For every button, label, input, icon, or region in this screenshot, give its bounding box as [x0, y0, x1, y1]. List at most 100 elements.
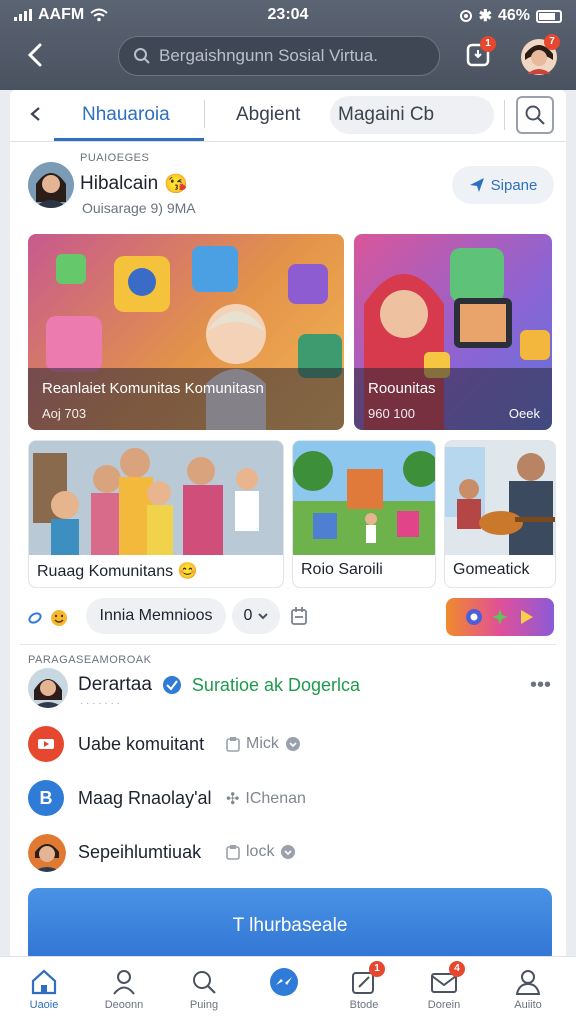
tab-search-button[interactable]	[516, 96, 554, 134]
nav-badge: 4	[449, 961, 465, 977]
notification-badge: 1	[480, 36, 496, 52]
avatar	[28, 162, 74, 208]
share-button[interactable]: Sipane	[452, 166, 554, 204]
status-bar: AAFM 23:04 ✱ 46%	[0, 0, 576, 32]
calendar-button[interactable]	[290, 606, 308, 631]
collapse-button[interactable]	[28, 104, 42, 129]
nav-inbox[interactable]: 4 Dorein	[404, 961, 484, 1021]
row-meta: ✣ IChenan	[226, 789, 306, 809]
tile-caption: Gomeatick	[445, 555, 555, 587]
tab-abgient[interactable]: Abgient	[236, 104, 300, 126]
featured-tile[interactable]: Reanlaiet Komunitas Komunitasn Aoj 703	[28, 234, 344, 430]
avatar	[28, 668, 68, 708]
battery-icon	[536, 9, 562, 23]
profile-button[interactable]: 7	[520, 34, 560, 76]
more-options-icon[interactable]: •••	[530, 674, 551, 697]
feed-header-name: Derartaa	[78, 674, 152, 695]
feed-header-sub: · · · · · · ·	[80, 698, 120, 709]
nav-people[interactable]: Deoonn	[84, 963, 164, 1021]
search-icon	[134, 48, 150, 64]
featured-title: Roounitas	[368, 380, 436, 397]
nav-home[interactable]: Uaoie	[4, 963, 84, 1021]
record-icon	[466, 609, 482, 625]
nav-compose[interactable]: 1 Btode	[324, 961, 404, 1021]
post-subtitle: Ouisarage 9) 9MA	[82, 200, 196, 216]
row-meta-text: Mick	[246, 735, 279, 752]
active-tab-indicator	[54, 138, 204, 141]
link-icon	[28, 612, 42, 624]
feed-header-link[interactable]: Suratioe ak Dogerlca	[192, 675, 360, 696]
post-meta-label: PUAIOEGES	[80, 152, 150, 164]
featured-sub: 960 100	[368, 406, 415, 421]
community-tile[interactable]: Ruaag Komunitans 😊	[28, 440, 284, 588]
community-tile[interactable]: Gomeatick	[444, 440, 556, 588]
feed-avatar[interactable]	[28, 668, 68, 708]
featured-sub: Aoj 703	[42, 406, 87, 421]
music-illustration	[445, 441, 555, 557]
nav-label: Puing	[189, 999, 219, 1011]
row-title[interactable]: Sepeihlumtiuak	[78, 842, 201, 863]
tab-magaini[interactable]: Magaini Cb	[330, 96, 494, 134]
messenger-icon	[270, 968, 298, 996]
family-illustration	[29, 441, 283, 557]
count-dropdown[interactable]: 0	[232, 598, 280, 634]
tile-emoji: 😊	[177, 563, 198, 580]
person-icon	[113, 970, 135, 995]
tile-caption: Ruaag Komunitans 😊	[29, 555, 283, 587]
sparkle-icon: ✣	[226, 791, 240, 808]
nav-search[interactable]: Puing	[164, 963, 244, 1021]
nav-label: Dorein	[427, 999, 461, 1011]
notifications-button[interactable]: 1	[462, 36, 498, 74]
author-avatar[interactable]	[28, 162, 74, 208]
playground-illustration	[293, 441, 435, 557]
row-icon	[28, 726, 64, 762]
reactions[interactable]	[28, 600, 72, 636]
primary-cta-button[interactable]: T lhurbaseale	[28, 888, 552, 964]
nav-label: Btode	[349, 999, 379, 1011]
tile-caption: Roio Saroili	[293, 555, 435, 587]
emoji-icon	[51, 610, 67, 626]
chevron-down-icon	[258, 613, 269, 620]
search-bar[interactable]: Bergaishngunn Sosial Virtua.	[118, 36, 440, 76]
row-icon: B	[28, 780, 64, 816]
play-icon	[521, 610, 533, 624]
community-tile[interactable]: Roio Saroili	[292, 440, 436, 588]
verified-icon	[162, 676, 181, 694]
tab-nhauaroia[interactable]: Nhauaroia	[82, 104, 170, 126]
featured-overlay: Reanlaiet Komunitas Komunitasn Aoj 703	[28, 368, 344, 430]
author-name: Hibalcain	[80, 173, 159, 194]
calendar-icon	[291, 607, 307, 625]
members-chip[interactable]: Innia Memnioos	[86, 598, 226, 634]
content-card: Nhauaroia Abgient Magaini Cb PUAIOEGES H…	[10, 90, 566, 1024]
count-value: 0	[243, 607, 253, 624]
nav-label: Deoonn	[104, 999, 144, 1011]
row-title[interactable]: Uabe komuitant	[78, 734, 204, 755]
nav-profile[interactable]: Auiito	[488, 963, 568, 1021]
feed-header[interactable]: Derartaa Suratioe ak Dogerlca	[78, 674, 360, 696]
tab-divider	[204, 100, 205, 128]
back-button[interactable]	[20, 40, 50, 70]
row-title[interactable]: Maag Rnaolay'al	[78, 788, 212, 809]
battery-percent: 46%	[497, 7, 530, 24]
search-icon	[525, 105, 545, 125]
nav-messenger[interactable]	[244, 963, 324, 1021]
shield-icon	[281, 845, 296, 859]
featured-action[interactable]: Oeek	[509, 406, 540, 421]
sparkle-icon	[492, 609, 508, 625]
post-author[interactable]: Hibalcain 😘	[80, 172, 188, 196]
media-buttons[interactable]	[446, 598, 554, 636]
row-meta: Mick	[226, 735, 301, 753]
share-label: Sipane	[490, 176, 538, 194]
tab-magaini-label: Magaini Cb	[338, 104, 435, 125]
featured-tile[interactable]: Roounitas 960 100 Oeek	[354, 234, 552, 430]
chevron-left-icon	[27, 43, 42, 67]
row-avatar	[28, 834, 66, 872]
feed-section-label: PARAGASEAMOROAK	[28, 654, 152, 666]
search-person-icon	[193, 971, 216, 994]
home-icon	[31, 969, 57, 995]
clipboard-icon	[226, 737, 240, 752]
tile-caption-text: Ruaag Komunitans	[37, 563, 174, 580]
chevron-left-icon	[30, 107, 40, 121]
bottom-navigation: Uaoie Deoonn Puing 1 Btode 4 Dorein Auii…	[0, 956, 576, 1024]
tab-bar: Nhauaroia Abgient Magaini Cb	[10, 90, 566, 142]
